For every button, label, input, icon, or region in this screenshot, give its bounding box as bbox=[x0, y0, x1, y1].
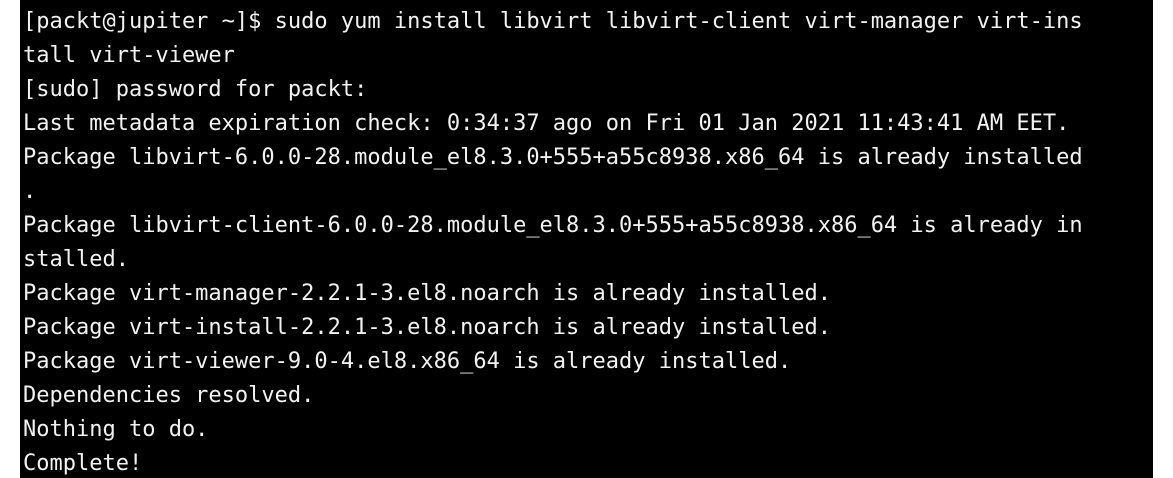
terminal-line-output: Dependencies resolved. bbox=[23, 383, 315, 408]
terminal-line-output: stalled. bbox=[23, 247, 129, 272]
terminal-line-command: [packt@jupiter ~]$ sudo yum install libv… bbox=[23, 9, 1083, 34]
terminal-line-output: . bbox=[23, 179, 37, 204]
terminal-line-output: Package libvirt-6.0.0-28.module_el8.3.0+… bbox=[23, 145, 1083, 170]
terminal-line-sudo-prompt: [sudo] password for packt: bbox=[23, 77, 368, 102]
terminal-line-output: Nothing to do. bbox=[23, 417, 209, 442]
terminal-line-output: Package virt-viewer-9.0-4.el8.x86_64 is … bbox=[23, 349, 792, 374]
terminal-line-metadata: Last metadata expiration check: 0:34:37 … bbox=[23, 111, 1070, 136]
terminal-line-output: Package virt-install-2.2.1-3.el8.noarch … bbox=[23, 315, 831, 340]
terminal-window[interactable]: [packt@jupiter ~]$ sudo yum install libv… bbox=[20, 0, 1153, 478]
terminal-line-output: Complete! bbox=[23, 451, 143, 476]
terminal-line-command-wrap: tall virt-viewer bbox=[23, 43, 235, 68]
terminal-line-output: Package libvirt-client-6.0.0-28.module_e… bbox=[23, 213, 1083, 238]
terminal-line-output: Package virt-manager-2.2.1-3.el8.noarch … bbox=[23, 281, 831, 306]
